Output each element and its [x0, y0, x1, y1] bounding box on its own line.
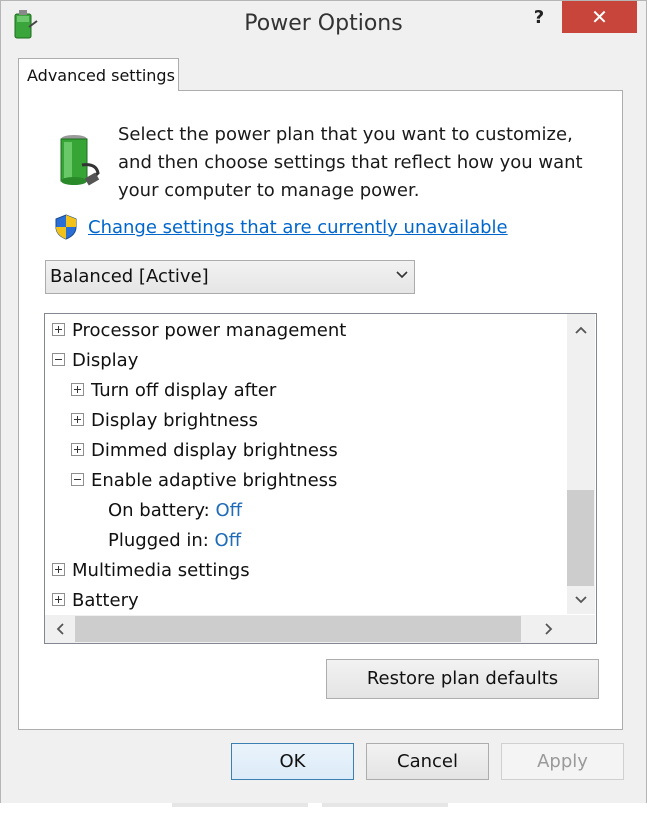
restore-plan-defaults-button[interactable]: Restore plan defaults: [326, 659, 599, 699]
advanced-settings-panel: Select the power plan that you want to c…: [18, 90, 623, 730]
power-options-window: Power Options ? ✕ Advanced settings Sele…: [0, 0, 647, 805]
change-unavailable-settings-link[interactable]: Change settings that are currently unava…: [88, 217, 508, 238]
tree-item-label: Display brightness: [91, 410, 259, 431]
battery-plug-icon: [60, 135, 100, 186]
scroll-right-icon[interactable]: [535, 615, 563, 643]
collapse-icon[interactable]: [71, 473, 84, 486]
scroll-left-icon[interactable]: [46, 615, 74, 643]
tab-advanced-settings[interactable]: Advanced settings: [18, 58, 179, 91]
ok-button[interactable]: OK: [231, 743, 354, 780]
help-button[interactable]: ?: [521, 3, 557, 35]
tree-item-multimedia[interactable]: Multimedia settings: [52, 556, 250, 586]
scrollbar-corner: [567, 615, 595, 643]
on-battery-label: On battery:: [108, 500, 210, 521]
tree-item-processor[interactable]: Processor power management: [52, 316, 346, 346]
tree-item-plugged-in[interactable]: Plugged in: Off: [108, 526, 241, 556]
intro-text: Select the power plan that you want to c…: [118, 124, 583, 201]
expand-icon[interactable]: [52, 323, 65, 336]
tree-item-display-brightness[interactable]: Display brightness: [71, 406, 258, 436]
expand-icon[interactable]: [52, 593, 65, 606]
scroll-down-icon[interactable]: [567, 586, 595, 614]
chevron-down-icon: [396, 271, 408, 279]
tree-item-label: Dimmed display brightness: [91, 440, 338, 461]
background-strip: [0, 803, 647, 827]
tree-item-label: Enable adaptive brightness: [91, 470, 338, 491]
power-plan-dropdown[interactable]: Balanced [Active]: [45, 260, 415, 294]
tree-item-dimmed-brightness[interactable]: Dimmed display brightness: [71, 436, 338, 466]
vertical-scroll-thumb[interactable]: [567, 490, 594, 586]
apply-button: Apply: [501, 743, 624, 780]
horizontal-scroll-thumb[interactable]: [75, 616, 521, 642]
horizontal-scrollbar[interactable]: [45, 615, 567, 643]
tree-item-on-battery[interactable]: On battery: Off: [108, 496, 242, 526]
tree-item-adaptive-brightness[interactable]: Enable adaptive brightness: [71, 466, 337, 496]
power-plan-value: Balanced [Active]: [50, 266, 209, 287]
expand-icon[interactable]: [52, 563, 65, 576]
tree-item-battery[interactable]: Battery: [52, 586, 139, 616]
tree-item-label: Multimedia settings: [72, 560, 250, 581]
tree-item-turn-off-display[interactable]: Turn off display after: [71, 376, 276, 406]
expand-icon[interactable]: [71, 383, 84, 396]
tree-item-display[interactable]: Display: [52, 346, 138, 376]
tree-item-label: Battery: [72, 590, 139, 611]
settings-tree[interactable]: Processor power management Display Turn …: [44, 313, 597, 644]
expand-icon[interactable]: [71, 443, 84, 456]
vertical-scrollbar[interactable]: [567, 314, 595, 614]
expand-icon[interactable]: [71, 413, 84, 426]
background-window-edge: [322, 803, 448, 807]
plugged-in-label: Plugged in:: [108, 530, 209, 551]
on-battery-value[interactable]: Off: [216, 500, 243, 521]
tree-item-label: Processor power management: [72, 320, 347, 341]
tree-item-label: Display: [72, 350, 139, 371]
tree-item-label: Turn off display after: [91, 380, 277, 401]
scroll-up-icon[interactable]: [567, 316, 595, 344]
close-button[interactable]: ✕: [562, 1, 637, 33]
background-window-edge: [172, 803, 308, 807]
collapse-icon[interactable]: [52, 353, 65, 366]
title-bar[interactable]: Power Options ? ✕: [1, 1, 646, 51]
uac-shield-icon: [55, 214, 77, 240]
plugged-in-value[interactable]: Off: [215, 530, 242, 551]
cancel-button[interactable]: Cancel: [366, 743, 489, 780]
